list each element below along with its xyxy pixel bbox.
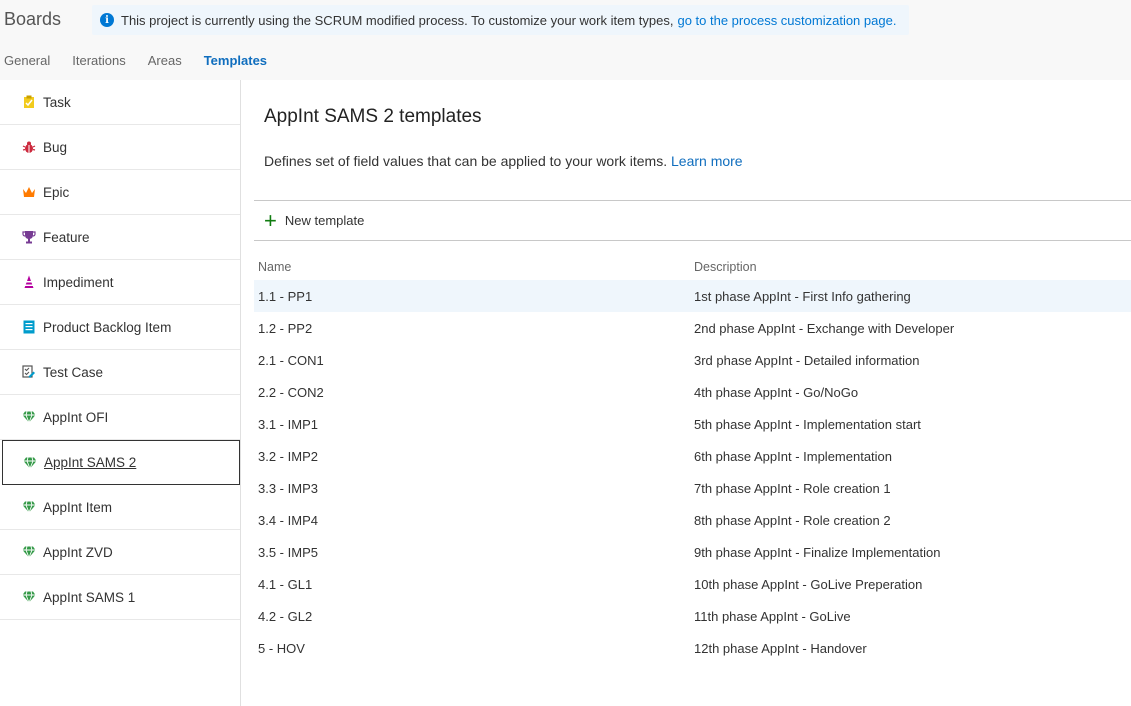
description-text: Defines set of field values that can be … [264, 153, 668, 169]
table-row[interactable]: 3.3 - IMP3 7th phase AppInt - Role creati… [254, 472, 1131, 504]
template-description: 2nd phase AppInt - Exchange with Develop… [694, 320, 955, 336]
trophy-icon [22, 230, 36, 244]
sidebar-item-appint-sams-2[interactable]: AppInt SAMS 2 [2, 440, 240, 485]
table-row[interactable]: 3.1 - IMP1 5th phase AppInt - Implementat… [254, 408, 1131, 440]
gem-icon [22, 545, 36, 559]
sidebar-item-label: Epic [43, 184, 70, 200]
banner-text: This project is currently using the SCRU… [121, 12, 674, 28]
new-template-label: New template [284, 213, 365, 228]
sidebar-item-task[interactable]: Task [0, 80, 240, 125]
sidebar-item-appint-item[interactable]: AppInt Item [0, 485, 240, 530]
table-row[interactable]: 5 - HOV 12th phase AppInt - Handover [254, 632, 1131, 664]
table-row[interactable]: 2.2 - CON2 4th phase AppInt - Go/NoGo [254, 376, 1131, 408]
template-description: 5th phase AppInt - Implementation start [694, 416, 921, 432]
sidebar-item-label: AppInt ZVD [43, 544, 113, 560]
sidebar-item-label: AppInt OFI [43, 409, 109, 425]
template-name: 1.1 - PP1 [258, 288, 313, 304]
table-row[interactable]: 3.5 - IMP5 9th phase AppInt - Finalize Im… [254, 536, 1131, 568]
test-case-icon [22, 365, 36, 379]
task-icon [22, 95, 36, 109]
tab-general[interactable]: General [4, 53, 50, 68]
page-description: Defines set of field values that can be … [264, 153, 743, 169]
sidebar-item-label: AppInt Item [43, 499, 113, 515]
template-description: 1st phase AppInt - First Info gathering [694, 288, 911, 304]
backlog-icon [22, 320, 36, 334]
template-description: 12th phase AppInt - Handover [694, 640, 867, 656]
info-icon: i [100, 13, 114, 27]
page-title: AppInt SAMS 2 templates [264, 106, 482, 127]
sidebar-item-test-case[interactable]: Test Case [0, 350, 240, 395]
app-title: Boards [4, 9, 62, 29]
template-description: 10th phase AppInt - GoLive Preperation [694, 576, 923, 592]
bug-icon [22, 140, 36, 154]
sidebar-item-appint-sams-1[interactable]: AppInt SAMS 1 [0, 575, 240, 620]
template-name: 2.1 - CON1 [258, 352, 324, 368]
table-row[interactable]: 1.2 - PP2 2nd phase AppInt - Exchange wit… [254, 312, 1131, 344]
table-row[interactable]: 4.2 - GL2 11th phase AppInt - GoLive [254, 600, 1131, 632]
gem-icon [22, 410, 36, 424]
work-item-type-list: Task Bug Epic Feature Impediment Product… [0, 80, 241, 706]
template-name: 2.2 - CON2 [258, 384, 324, 400]
sidebar-item-label: Product Backlog Item [43, 319, 172, 335]
template-description: 7th phase AppInt - Role creation 1 [694, 480, 891, 496]
table-header: Name Description [254, 260, 1131, 280]
sidebar-item-label: Task [43, 94, 71, 110]
tab-areas[interactable]: Areas [148, 53, 182, 68]
template-name: 4.1 - GL1 [258, 576, 313, 592]
template-description: 6th phase AppInt - Implementation [694, 448, 893, 464]
sidebar-item-product-backlog-item[interactable]: Product Backlog Item [0, 305, 240, 350]
template-name: 3.1 - IMP1 [258, 416, 318, 432]
gem-icon [23, 456, 37, 470]
table-row[interactable]: 3.2 - IMP2 6th phase AppInt - Implementat… [254, 440, 1131, 472]
process-customization-link[interactable]: go to the process customization page. [677, 13, 896, 28]
template-name: 3.4 - IMP4 [258, 512, 318, 528]
column-header-name[interactable]: Name [254, 260, 694, 280]
sidebar-item-label: AppInt SAMS 1 [43, 589, 136, 605]
sidebar-item-label: Bug [43, 139, 68, 155]
new-template-button[interactable]: + New template [254, 200, 1131, 241]
tab-bar: General Iterations Areas Templates [4, 53, 289, 68]
top-bar: Boards i This project is currently using… [0, 0, 1131, 80]
info-banner: i This project is currently using the SC… [92, 5, 909, 35]
tab-templates[interactable]: Templates [204, 53, 267, 68]
gem-icon [22, 500, 36, 514]
sidebar-item-bug[interactable]: Bug [0, 125, 240, 170]
template-description: 8th phase AppInt - Role creation 2 [694, 512, 891, 528]
tab-iterations[interactable]: Iterations [72, 53, 125, 68]
template-name: 3.3 - IMP3 [258, 480, 318, 496]
learn-more-link[interactable]: Learn more [671, 153, 743, 169]
sidebar-item-label: Test Case [43, 364, 104, 380]
template-description: 11th phase AppInt - GoLive [694, 608, 851, 624]
template-name: 1.2 - PP2 [258, 320, 313, 336]
sidebar-item-feature[interactable]: Feature [0, 215, 240, 260]
sidebar-item-epic[interactable]: Epic [0, 170, 240, 215]
impediment-icon [22, 275, 36, 289]
sidebar-item-label: Feature [43, 229, 90, 245]
template-name: 3.5 - IMP5 [258, 544, 318, 560]
table-row[interactable]: 2.1 - CON1 3rd phase AppInt - Detailed in… [254, 344, 1131, 376]
sidebar-item-label: Impediment [43, 274, 114, 290]
sidebar-item-label: AppInt SAMS 2 [44, 455, 137, 470]
template-name: 4.2 - GL2 [258, 608, 313, 624]
template-name: 5 - HOV [258, 640, 305, 656]
template-name: 3.2 - IMP2 [258, 448, 318, 464]
gem-icon [22, 590, 36, 604]
column-header-description[interactable]: Description [694, 260, 1131, 280]
template-description: 9th phase AppInt - Finalize Implementati… [694, 544, 941, 560]
template-description: 3rd phase AppInt - Detailed information [694, 352, 920, 368]
sidebar-item-appint-zvd[interactable]: AppInt ZVD [0, 530, 240, 575]
plus-icon: + [264, 207, 277, 233]
table-row[interactable]: 3.4 - IMP4 8th phase AppInt - Role creati… [254, 504, 1131, 536]
table-row[interactable]: 1.1 - PP1 1st phase AppInt - First Info g… [254, 280, 1131, 312]
sidebar-item-appint-ofi[interactable]: AppInt OFI [0, 395, 240, 440]
template-description: 4th phase AppInt - Go/NoGo [694, 384, 859, 400]
templates-table: Name Description 1.1 - PP1 1st phase AppI… [254, 260, 1131, 664]
sidebar-item-impediment[interactable]: Impediment [0, 260, 240, 305]
crown-icon [22, 185, 36, 199]
table-row[interactable]: 4.1 - GL1 10th phase AppInt - GoLive Prep… [254, 568, 1131, 600]
